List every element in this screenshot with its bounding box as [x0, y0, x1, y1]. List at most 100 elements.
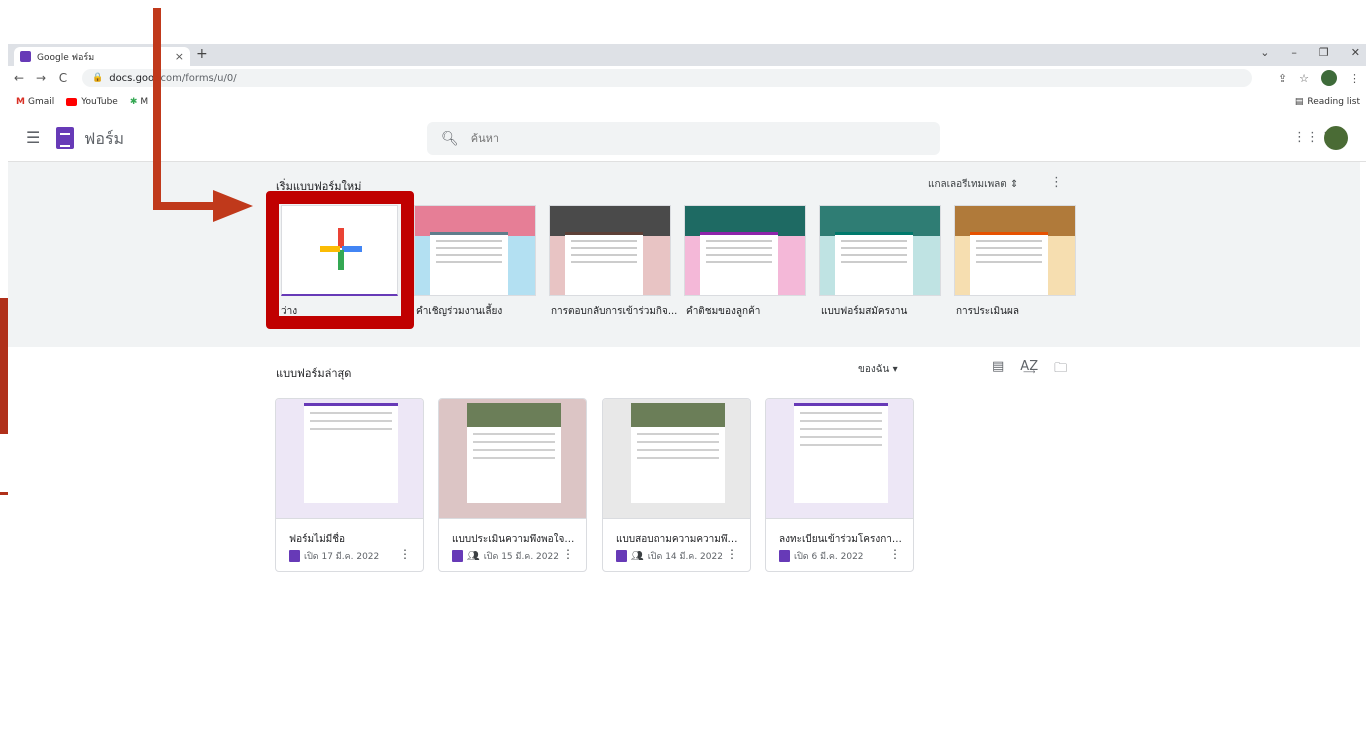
form-name: แบบสอบถามความความพึงพอ... [616, 534, 741, 545]
folder-icon[interactable]: 🗀 [1054, 359, 1067, 381]
template-card-assessment[interactable] [954, 205, 1076, 296]
account-avatar[interactable] [1324, 126, 1348, 150]
more-options-icon[interactable]: ⋮ [889, 547, 901, 561]
template-label: คำเชิญร่วมงานเลี้ยง [416, 306, 503, 317]
template-card-job-application[interactable] [819, 205, 941, 296]
highlight-box-annotation [266, 191, 414, 329]
side-annotation-mark [0, 492, 8, 495]
arrow-annotation-vertical [153, 8, 161, 210]
view-options: ▤ A͢Z 🗀 [992, 359, 1067, 381]
opened-date: เปิด 14 มี.ค. 2022 [647, 552, 723, 562]
template-preview [835, 232, 913, 295]
bookmark-label: M [140, 97, 149, 107]
forms-file-icon [616, 550, 627, 562]
template-preview [430, 232, 508, 295]
owner-filter-dropdown[interactable]: ของฉัน ▾ [858, 362, 898, 377]
template-label: แบบฟอร์มสมัครงาน [821, 306, 908, 317]
sort-az-icon[interactable]: A͢Z [1020, 359, 1038, 381]
form-thumbnail [603, 399, 750, 519]
recent-form-card[interactable]: แบบประเมินความพึงพอใจของ... 👥︎เปิด 15 มี… [438, 398, 587, 572]
forward-icon[interactable]: → [30, 71, 52, 85]
recent-form-card[interactable]: ลงทะเบียนเข้าร่วมโครงการอบ... เปิด 6 มี.… [765, 398, 914, 572]
maps-icon: ✱ [129, 97, 138, 107]
more-options-icon[interactable]: ⋮ [562, 547, 574, 561]
gallery-more-icon[interactable]: ⋮ [1050, 175, 1063, 190]
form-thumbnail [439, 399, 586, 519]
recent-forms-title: แบบฟอร์มล่าสุด [276, 367, 352, 380]
opened-date: เปิด 6 มี.ค. 2022 [794, 552, 864, 562]
shared-people-icon: 👥︎ [467, 550, 480, 562]
app-title[interactable]: ฟอร์ม [84, 127, 124, 152]
thumbnail-photo [467, 403, 561, 427]
template-label: การประเมินผล [956, 306, 1019, 317]
gmail-icon: M [16, 97, 25, 107]
address-bar[interactable]: 🔒 docs.goog com/forms/u/0/ [82, 69, 1252, 87]
thumbnail-paper [631, 403, 725, 503]
form-thumbnail [766, 399, 913, 519]
search-box[interactable]: 🔍︎ [427, 122, 940, 155]
more-options-icon[interactable]: ⋮ [399, 547, 411, 561]
address-row: ← → C 🔒 docs.goog com/forms/u/0/ ⇪ ☆ ⋮ [8, 66, 1366, 90]
form-meta: 👥︎ เปิด 15 มี.ค. 2022 [452, 549, 559, 563]
template-card-party-invite[interactable] [414, 205, 536, 296]
main-menu-icon[interactable]: ☰ [26, 128, 40, 147]
bookmark-youtube[interactable]: YouTube [66, 97, 118, 107]
template-preview [700, 232, 778, 295]
forms-favicon-icon [20, 51, 31, 62]
bookmark-gmail[interactable]: M Gmail [16, 97, 54, 107]
recent-form-card[interactable]: แบบสอบถามความความพึงพอ... 👥︎ เปิด 14 มี.ค… [602, 398, 751, 572]
form-name: ฟอร์มไม่มีชื่อ [289, 534, 346, 545]
lock-icon: 🔒 [92, 73, 104, 83]
new-tab-icon[interactable]: + [196, 46, 208, 62]
close-window-icon[interactable]: ✕ [1351, 46, 1360, 59]
dropdown-arrow-icon: ▾ [892, 364, 898, 375]
template-card-event-rsvp[interactable] [549, 205, 671, 296]
youtube-icon [66, 98, 78, 106]
bookmark-maps[interactable]: ✱ M [130, 97, 148, 107]
template-card-customer-feedback[interactable] [684, 205, 806, 296]
window-controls: ⌄ – ❐ ✕ [1260, 46, 1360, 59]
more-options-icon[interactable]: ⋮ [726, 547, 738, 561]
back-icon[interactable]: ← [8, 71, 30, 85]
template-gallery-toggle[interactable]: แกลเลอรีเทมเพลต ⇕ [928, 177, 1018, 192]
reload-icon[interactable]: C [52, 71, 74, 85]
form-meta: เปิด 6 มี.ค. 2022 [779, 549, 864, 563]
tab-title: Google ฟอร์ม [37, 52, 95, 63]
search-icon[interactable]: 🔍︎ [441, 131, 459, 147]
unfold-icon: ⇕ [1009, 179, 1019, 190]
template-preview [970, 232, 1048, 295]
side-annotation-mark [0, 298, 8, 434]
thumbnail-photo [631, 403, 725, 427]
bookmark-star-icon[interactable]: ☆ [1299, 72, 1309, 85]
form-name: แบบประเมินความพึงพอใจของ... [452, 534, 577, 545]
arrow-annotation-horizontal [153, 202, 219, 210]
url-path: com/forms/u/0/ [160, 72, 237, 84]
bookmarks-bar: M Gmail YouTube ✱ M ▤ Reading list [8, 90, 1366, 114]
recent-form-card[interactable]: ฟอร์มไม่มีชื่อ เปิด 17 มี.ค. 2022 ⋮ [275, 398, 424, 572]
owner-filter-label: ของฉัน [858, 364, 890, 375]
search-input[interactable] [470, 132, 871, 145]
opened-date: เปิด 17 มี.ค. 2022 [304, 552, 380, 562]
forms-file-icon [779, 550, 790, 562]
reading-list-button[interactable]: ▤ Reading list [1295, 97, 1366, 107]
list-view-icon[interactable]: ▤ [992, 359, 1004, 381]
browser-chrome: Google ฟอร์ม × + ⌄ – ❐ ✕ ← → C 🔒 docs.go… [8, 44, 1366, 114]
bookmark-label: YouTube [81, 97, 118, 107]
browser-menu-icon[interactable]: ⋮ [1349, 72, 1360, 85]
thumbnail-paper [467, 403, 561, 503]
shared-people-icon: 👥︎ [631, 550, 644, 562]
share-icon[interactable]: ⇪ [1278, 72, 1287, 85]
reading-list-label: Reading list [1307, 97, 1360, 107]
browser-tab[interactable]: Google ฟอร์ม × [14, 47, 190, 66]
forms-file-icon [452, 550, 463, 562]
tab-search-icon[interactable]: ⌄ [1260, 46, 1269, 59]
arrow-head-icon [213, 190, 253, 222]
forms-logo-icon[interactable] [56, 127, 74, 149]
bookmark-label: Gmail [27, 97, 55, 107]
top-strip [0, 0, 1366, 44]
restore-icon[interactable]: ❐ [1319, 46, 1329, 59]
tab-close-icon[interactable]: × [175, 50, 184, 63]
profile-avatar[interactable] [1321, 70, 1337, 86]
app-header: ☰ ฟอร์ม 🔍︎ ⋮⋮⋮ [8, 114, 1366, 162]
minimize-icon[interactable]: – [1291, 46, 1297, 59]
